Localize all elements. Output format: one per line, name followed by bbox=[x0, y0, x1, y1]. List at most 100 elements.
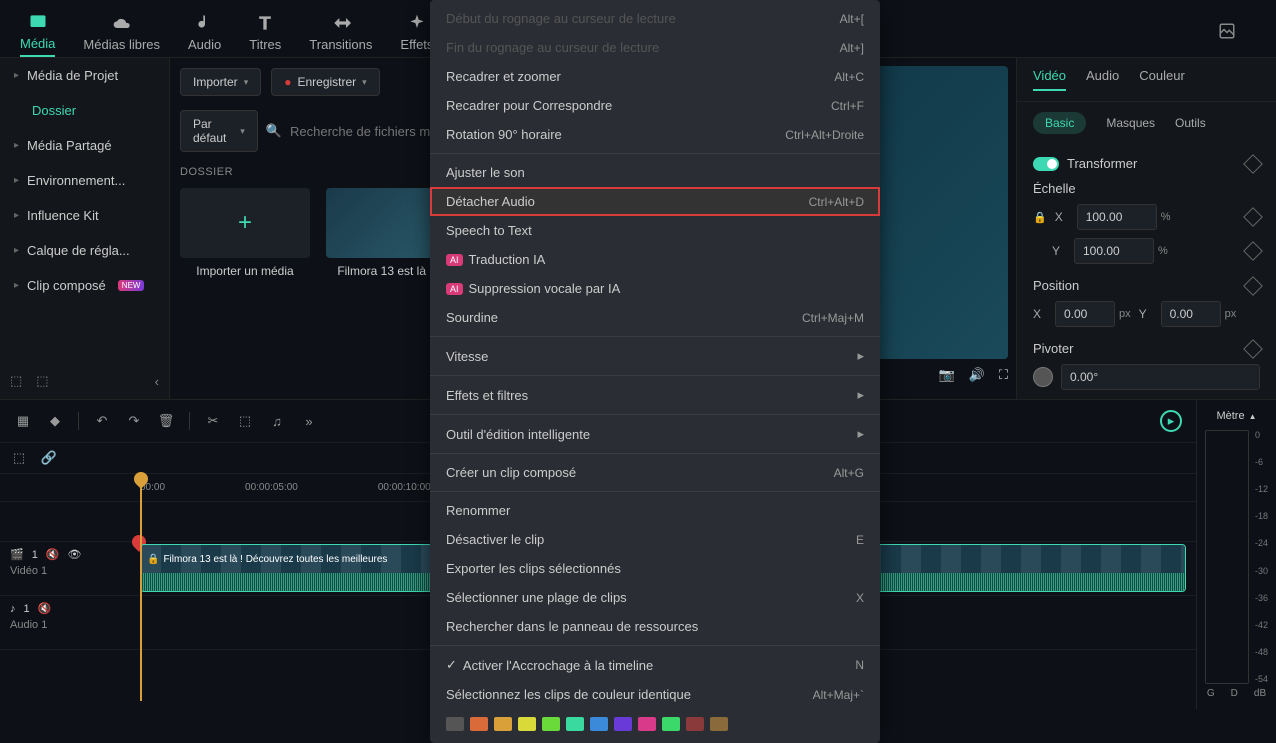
mute-icon[interactable]: 🔇 bbox=[46, 548, 60, 561]
picture-icon[interactable] bbox=[1218, 22, 1236, 43]
sidebar-item-shared-media[interactable]: ▸Média Partagé bbox=[0, 128, 169, 163]
color-swatch[interactable] bbox=[662, 717, 680, 731]
rotate-input[interactable] bbox=[1061, 364, 1260, 390]
eye-icon[interactable]: 👁 bbox=[68, 548, 82, 561]
fullscreen-icon[interactable]: ⛶ bbox=[999, 367, 1008, 383]
render-icon[interactable]: ▸ bbox=[1160, 410, 1182, 432]
subtab-masks[interactable]: Masques bbox=[1106, 112, 1155, 134]
ctx-item[interactable]: SourdineCtrl+Maj+M bbox=[430, 303, 880, 332]
ctx-item[interactable]: Créer un clip composéAlt+G bbox=[430, 458, 880, 487]
ctx-item[interactable]: Effets et filtres▸ bbox=[430, 380, 880, 410]
sidebar-item-dossier[interactable]: Dossier bbox=[0, 93, 169, 128]
color-swatch[interactable] bbox=[710, 717, 728, 731]
text-icon bbox=[255, 13, 275, 33]
ctx-item[interactable]: Recadrer et zoomerAlt+C bbox=[430, 62, 880, 91]
tab-audio-props[interactable]: Audio bbox=[1086, 68, 1119, 91]
sidebar-item-compound-clip[interactable]: ▸Clip composéNEW bbox=[0, 268, 169, 303]
ctx-item[interactable]: Ajuster le son bbox=[430, 158, 880, 187]
color-swatch[interactable] bbox=[614, 717, 632, 731]
redo-icon[interactable]: ↷ bbox=[125, 412, 143, 430]
color-swatch[interactable] bbox=[590, 717, 608, 731]
marker-icon[interactable]: ◆ bbox=[46, 412, 64, 430]
more-icon[interactable]: » bbox=[300, 412, 318, 430]
ctx-item[interactable]: Exporter les clips sélectionnés bbox=[430, 554, 880, 583]
scale-y-input[interactable] bbox=[1074, 238, 1154, 264]
ctx-item[interactable]: Désactiver le clipE bbox=[430, 525, 880, 554]
color-swatch[interactable] bbox=[542, 717, 560, 731]
ctx-item[interactable]: Recadrer pour CorrespondreCtrl+F bbox=[430, 91, 880, 120]
tab-transitions[interactable]: Transitions bbox=[309, 9, 372, 56]
color-swatch[interactable] bbox=[518, 717, 536, 731]
tab-media[interactable]: Média bbox=[20, 8, 55, 57]
delete-icon[interactable]: 🗑 bbox=[157, 412, 175, 430]
sidebar-item-project-media[interactable]: ▸Média de Projet bbox=[0, 58, 169, 93]
ctx-item[interactable]: Sélectionnez les clips de couleur identi… bbox=[430, 680, 880, 709]
collapse-icon[interactable]: ‹ bbox=[155, 374, 159, 389]
playhead[interactable] bbox=[140, 474, 142, 701]
ctx-item[interactable]: AITraduction IA bbox=[430, 245, 880, 274]
ctx-item[interactable]: Renommer bbox=[430, 496, 880, 525]
import-thumb[interactable]: + Importer un média bbox=[180, 188, 310, 278]
pos-x-input[interactable] bbox=[1055, 301, 1115, 327]
color-swatch[interactable] bbox=[566, 717, 584, 731]
transformer-toggle[interactable] bbox=[1033, 157, 1059, 171]
speed-icon[interactable]: ♫ bbox=[268, 412, 286, 430]
ctx-item[interactable]: AISuppression vocale par IA bbox=[430, 274, 880, 303]
new-folder-icon[interactable]: ⬚ bbox=[10, 373, 22, 389]
magnet-icon[interactable]: ⬚ bbox=[10, 449, 28, 467]
ctx-item[interactable]: Détacher AudioCtrl+Alt+D bbox=[430, 187, 880, 216]
snapshot-icon[interactable]: 📷 bbox=[939, 367, 955, 383]
color-swatch[interactable] bbox=[686, 717, 704, 731]
video-track-header[interactable]: 🎬1🔇👁 Vidéo 1 bbox=[0, 542, 130, 596]
bin-icon[interactable]: ⬚ bbox=[36, 373, 48, 389]
plus-icon: + bbox=[180, 188, 310, 258]
color-swatch[interactable] bbox=[494, 717, 512, 731]
color-row bbox=[430, 709, 880, 739]
ctx-item[interactable]: Sélectionner une plage de clipsX bbox=[430, 583, 880, 612]
tab-color[interactable]: Couleur bbox=[1139, 68, 1185, 91]
mute-icon[interactable]: 🔇 bbox=[38, 602, 52, 615]
lock-icon[interactable]: 🔒 bbox=[1033, 211, 1047, 224]
grid-icon[interactable]: ▦ bbox=[14, 412, 32, 430]
pos-y-input[interactable] bbox=[1161, 301, 1221, 327]
keyframe-icon[interactable] bbox=[1243, 276, 1263, 296]
link-icon[interactable]: 🔗 bbox=[40, 449, 58, 467]
ctx-item[interactable]: Rotation 90° horaireCtrl+Alt+Droite bbox=[430, 120, 880, 149]
volume-icon[interactable]: 🔊 bbox=[969, 367, 985, 383]
import-dropdown[interactable]: Importer▾ bbox=[180, 68, 261, 96]
ctx-item[interactable]: Speech to Text bbox=[430, 216, 880, 245]
sidebar-item-adjustment-layer[interactable]: ▸Calque de régla... bbox=[0, 233, 169, 268]
tab-video[interactable]: Vidéo bbox=[1033, 68, 1066, 91]
properties-panel: Vidéo Audio Couleur Basic Masques Outils… bbox=[1016, 58, 1276, 399]
scale-x-input[interactable] bbox=[1077, 204, 1157, 230]
keyframe-icon[interactable] bbox=[1243, 207, 1263, 227]
keyframe-icon[interactable] bbox=[1243, 241, 1263, 261]
split-icon[interactable]: ✂ bbox=[204, 412, 222, 430]
rotate-knob[interactable] bbox=[1033, 367, 1053, 387]
undo-icon[interactable]: ↶ bbox=[93, 412, 111, 430]
ctx-item[interactable]: Rechercher dans le panneau de ressources bbox=[430, 612, 880, 641]
sidebar-item-environment[interactable]: ▸Environnement... bbox=[0, 163, 169, 198]
record-dropdown[interactable]: ●Enregistrer▾ bbox=[271, 68, 379, 96]
tab-audio[interactable]: Audio bbox=[188, 9, 221, 56]
tab-titles[interactable]: Titres bbox=[249, 9, 281, 56]
color-swatch[interactable] bbox=[638, 717, 656, 731]
sidebar-item-influence-kit[interactable]: ▸Influence Kit bbox=[0, 198, 169, 233]
ctx-item[interactable]: ✓Activer l'Accrochage à la timelineN bbox=[430, 650, 880, 680]
video-icon: 🎬 bbox=[10, 548, 24, 561]
left-panel: ▸Média de Projet Dossier ▸Média Partagé … bbox=[0, 58, 170, 399]
tab-effects[interactable]: Effets bbox=[400, 9, 433, 56]
ctx-item[interactable]: Outil d'édition intelligente▸ bbox=[430, 419, 880, 449]
ctx-item[interactable]: Vitesse▸ bbox=[430, 341, 880, 371]
tab-stock[interactable]: Médias libres bbox=[83, 9, 160, 56]
color-swatch[interactable] bbox=[470, 717, 488, 731]
keyframe-icon[interactable] bbox=[1243, 154, 1263, 174]
color-swatch[interactable] bbox=[446, 717, 464, 731]
subtab-tools[interactable]: Outils bbox=[1175, 112, 1206, 134]
subtab-basic[interactable]: Basic bbox=[1033, 112, 1086, 134]
keyframe-icon[interactable] bbox=[1243, 339, 1263, 359]
audio-track-header[interactable]: ♪1🔇 Audio 1 bbox=[0, 596, 130, 650]
new-badge: NEW bbox=[118, 280, 145, 291]
crop-icon[interactable]: ⬚ bbox=[236, 412, 254, 430]
sort-dropdown[interactable]: Par défaut▾ bbox=[180, 110, 258, 152]
